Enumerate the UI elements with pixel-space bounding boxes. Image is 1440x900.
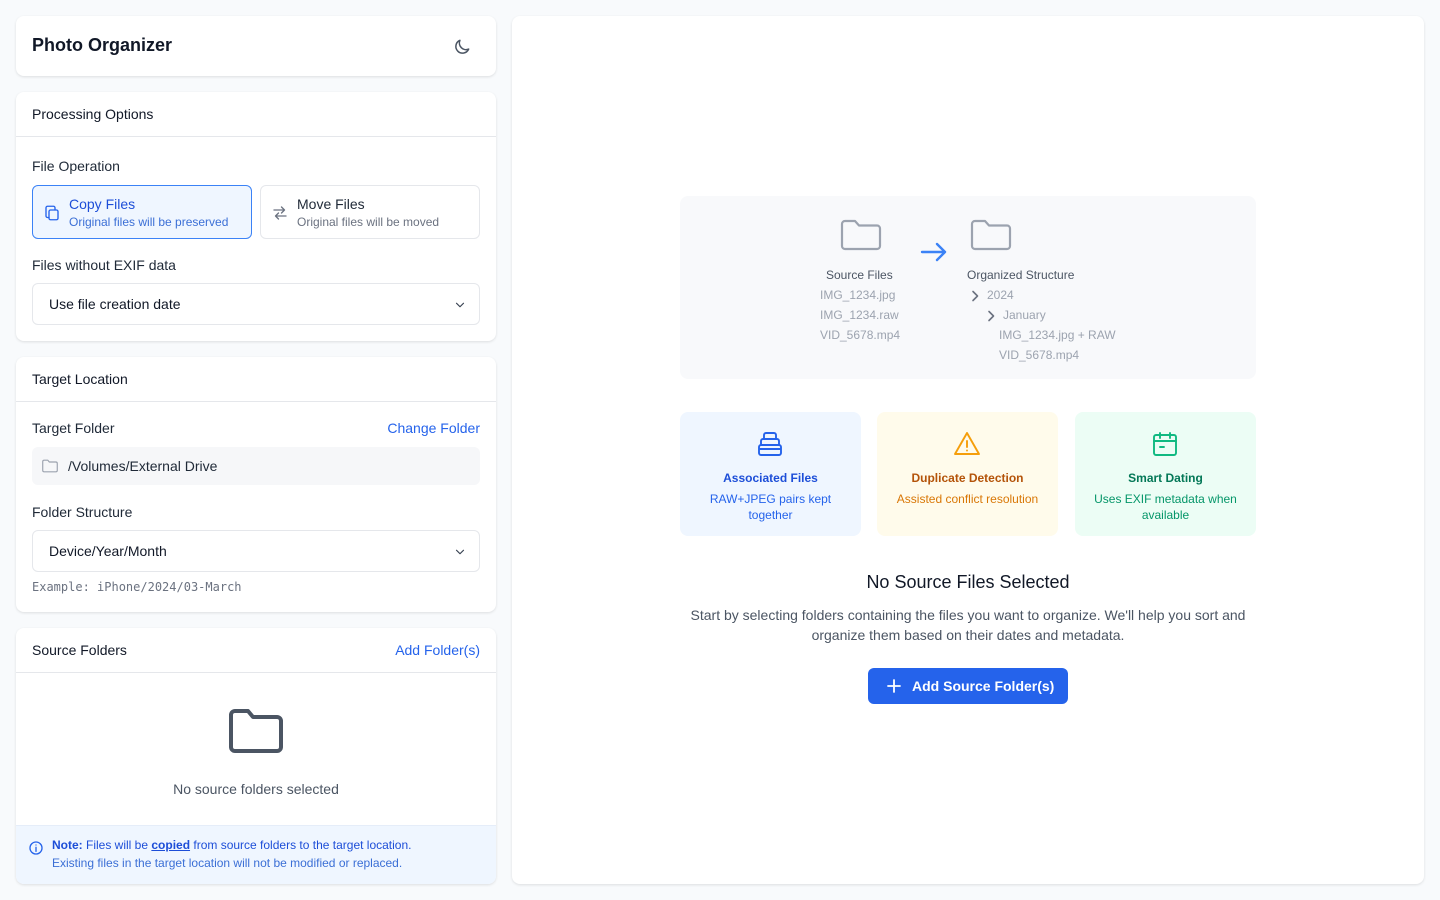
tree-month: January xyxy=(1003,308,1046,322)
note-text-2: from source folders to the target locati… xyxy=(190,838,412,852)
source-file-1: IMG_1234.jpg xyxy=(820,288,896,302)
target-path-display: /Volumes/External Drive xyxy=(32,447,480,485)
exif-fallback-value: Use file creation date xyxy=(49,296,181,312)
chevron-right-icon xyxy=(972,290,979,302)
note-line-1: Note: Files will be copied from source f… xyxy=(52,838,411,852)
note-text-1: Files will be xyxy=(82,838,152,852)
source-file-2: IMG_1234.raw xyxy=(820,308,899,322)
theme-toggle-button[interactable] xyxy=(450,35,474,59)
processing-options-header: Processing Options xyxy=(16,92,496,137)
stack-icon xyxy=(758,432,782,456)
feature-desc: RAW+JPEG pairs kept together xyxy=(709,492,832,522)
feature-desc: Uses EXIF metadata when available xyxy=(1094,492,1237,522)
target-folder-icon xyxy=(970,219,1012,251)
feature-smart-dating: Smart Dating Uses EXIF metadata when ava… xyxy=(1075,412,1256,536)
arrow-right-icon xyxy=(920,242,947,262)
chevron-right-icon xyxy=(988,310,995,322)
move-files-option[interactable]: Move Files Original files will be moved xyxy=(260,185,480,239)
folder-icon xyxy=(229,709,283,753)
tree-year: 2024 xyxy=(987,288,1014,302)
processing-options-title: Processing Options xyxy=(32,106,154,122)
chevron-down-icon xyxy=(455,549,465,555)
target-location-header: Target Location xyxy=(16,357,496,402)
feature-title: Smart Dating xyxy=(1128,471,1203,485)
folder-structure-label: Folder Structure xyxy=(32,504,133,520)
target-path-value: /Volumes/External Drive xyxy=(68,458,218,474)
folder-structure-value: Device/Year/Month xyxy=(49,543,167,559)
app-title: Photo Organizer xyxy=(32,35,173,55)
source-folders-header: Source Folders Add Folder(s) xyxy=(16,628,496,673)
folder-icon xyxy=(42,459,58,473)
moon-icon xyxy=(455,39,470,54)
move-files-desc: Original files will be moved xyxy=(297,215,440,229)
source-folders-card: Source Folders Add Folder(s) No source f… xyxy=(16,628,496,884)
target-location-card: Target Location Target Folder Change Fol… xyxy=(16,357,496,612)
feature-duplicate-detection: Duplicate Detection Assisted conflict re… xyxy=(877,412,1058,536)
copy-files-title: Copy Files xyxy=(69,196,136,212)
app-header: Photo Organizer xyxy=(16,16,496,76)
feature-associated-files: Associated Files RAW+JPEG pairs kept tog… xyxy=(680,412,861,536)
move-files-title: Move Files xyxy=(297,196,365,212)
add-folders-link[interactable]: Add Folder(s) xyxy=(395,642,480,658)
folder-structure-example: Example: iPhone/2024/03-March xyxy=(32,580,242,594)
exif-label: Files without EXIF data xyxy=(32,257,176,273)
empty-state-title: No Source Files Selected xyxy=(866,572,1070,592)
source-folders-title: Source Folders xyxy=(32,642,127,658)
swap-arrows-icon xyxy=(273,206,287,220)
note-emphasis: copied xyxy=(151,838,191,852)
main-panel: Source Files IMG_1234.jpg IMG_1234.raw V… xyxy=(512,16,1424,884)
exif-fallback-select[interactable]: Use file creation date xyxy=(32,283,480,325)
copy-icon xyxy=(45,205,59,221)
calendar-icon xyxy=(1153,432,1177,456)
info-icon xyxy=(29,841,43,855)
source-file-3: VID_5678.mp4 xyxy=(820,328,901,342)
note-prefix: Note: xyxy=(52,838,83,852)
target-location-title: Target Location xyxy=(32,371,128,387)
plus-icon xyxy=(887,679,901,693)
copy-files-desc: Original files will be preserved xyxy=(69,215,229,229)
organized-structure-title: Organized Structure xyxy=(967,268,1075,282)
folder-structure-select[interactable]: Device/Year/Month xyxy=(32,530,480,572)
warning-icon xyxy=(954,432,980,455)
file-operation-label: File Operation xyxy=(32,158,120,174)
feature-desc: Assisted conflict resolution xyxy=(896,492,1039,506)
feature-title: Duplicate Detection xyxy=(911,471,1024,485)
copy-files-option[interactable]: Copy Files Original files will be preser… xyxy=(32,185,252,239)
add-source-folders-label: Add Source Folder(s) xyxy=(912,678,1055,694)
source-folder-icon xyxy=(840,219,882,251)
processing-options-card: Processing Options File Operation Copy F… xyxy=(16,92,496,341)
empty-state-description: Start by selecting folders containing th… xyxy=(690,607,1246,643)
target-folder-label: Target Folder xyxy=(32,420,115,436)
copy-note: Note: Files will be copied from source f… xyxy=(16,825,496,884)
tree-file-1: IMG_1234.jpg + RAW xyxy=(999,328,1116,342)
no-source-folders-text: No source folders selected xyxy=(173,781,339,797)
tree-file-2: VID_5678.mp4 xyxy=(999,348,1080,362)
change-folder-link[interactable]: Change Folder xyxy=(387,420,480,436)
note-line-2: Existing files in the target location wi… xyxy=(52,856,403,870)
source-files-title: Source Files xyxy=(826,268,893,282)
feature-title: Associated Files xyxy=(723,471,818,485)
chevron-down-icon xyxy=(455,302,465,308)
add-source-folders-button[interactable]: Add Source Folder(s) xyxy=(868,668,1068,704)
organize-preview: Source Files IMG_1234.jpg IMG_1234.raw V… xyxy=(680,196,1256,379)
